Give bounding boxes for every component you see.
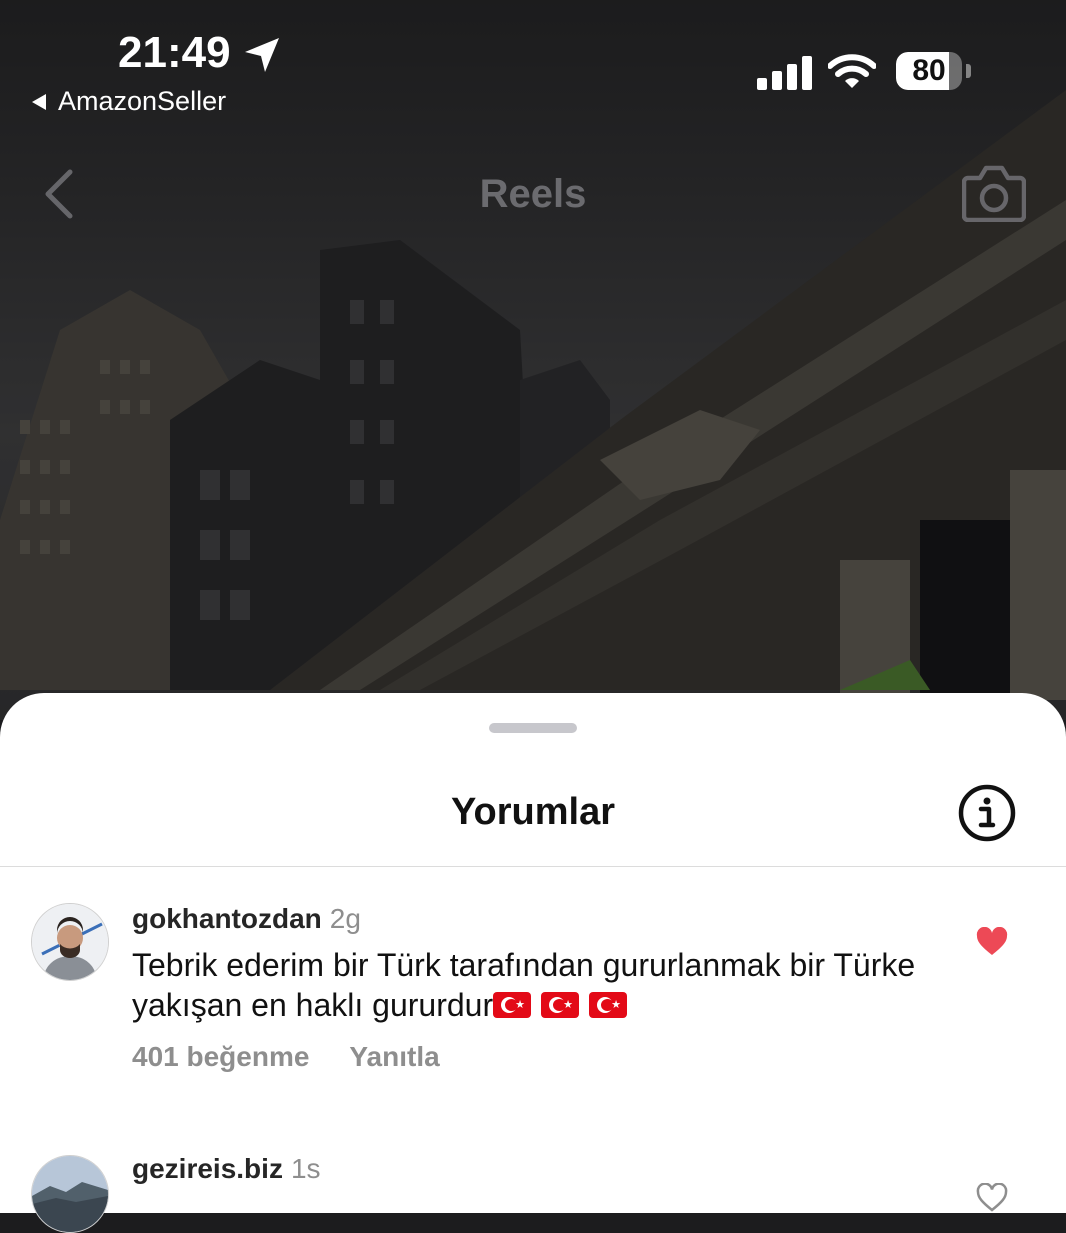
comment-text: Tebrik ederim bir Türk tarafından gururl… [132,945,932,1025]
username-text: gokhantozdan [132,903,322,934]
avatar-photo [32,1156,108,1232]
avatar-photo [32,904,108,980]
turkey-flag-icon: ★ [493,992,532,1018]
header-divider [0,866,1066,867]
turkey-flag-icon: ★ [589,992,628,1018]
back-app-label: AmazonSeller [58,86,227,116]
flag-emojis: ★ ★ ★ [493,987,628,1023]
reels-title: Reels [479,172,587,216]
comments-title: Yorumlar [450,791,615,833]
heart-outline-icon[interactable] [976,1183,1008,1213]
comment-username[interactable]: gezireis.biz 1s [132,1153,321,1185]
avatar[interactable] [31,1155,109,1233]
likes-count[interactable]: 401 beğenme [132,1041,309,1072]
back-to-app-link[interactable]: AmazonSeller [32,86,226,117]
heart-liked-icon[interactable] [976,927,1008,957]
avatar[interactable] [31,903,109,981]
comment-username[interactable]: gokhantozdan 2g [132,903,361,935]
battery-percent: 80 [912,54,946,87]
comment-time: 1s [290,1153,321,1184]
wifi-icon [828,54,876,88]
info-icon[interactable] [957,783,1017,843]
back-triangle-icon [32,93,46,110]
location-arrow-icon [245,38,279,72]
camera-icon[interactable] [962,162,1026,222]
username-text: gezireis.biz [132,1153,283,1184]
comment-time: 2g [329,903,361,934]
status-time: 21:49 [118,28,231,77]
comment-actions: 401 beğenme Yanıtla [132,1041,480,1073]
sheet-grabber[interactable] [489,723,577,733]
battery-tip [966,64,971,78]
turkey-flag-icon: ★ [541,992,580,1018]
reply-button[interactable]: Yanıtla [349,1041,439,1072]
cellular-signal-icon [757,56,812,90]
comments-sheet: Yorumlar gokhantozdan 2g Tebrik ederim bi… [0,693,1066,1233]
battery-indicator: 80 [896,52,962,90]
